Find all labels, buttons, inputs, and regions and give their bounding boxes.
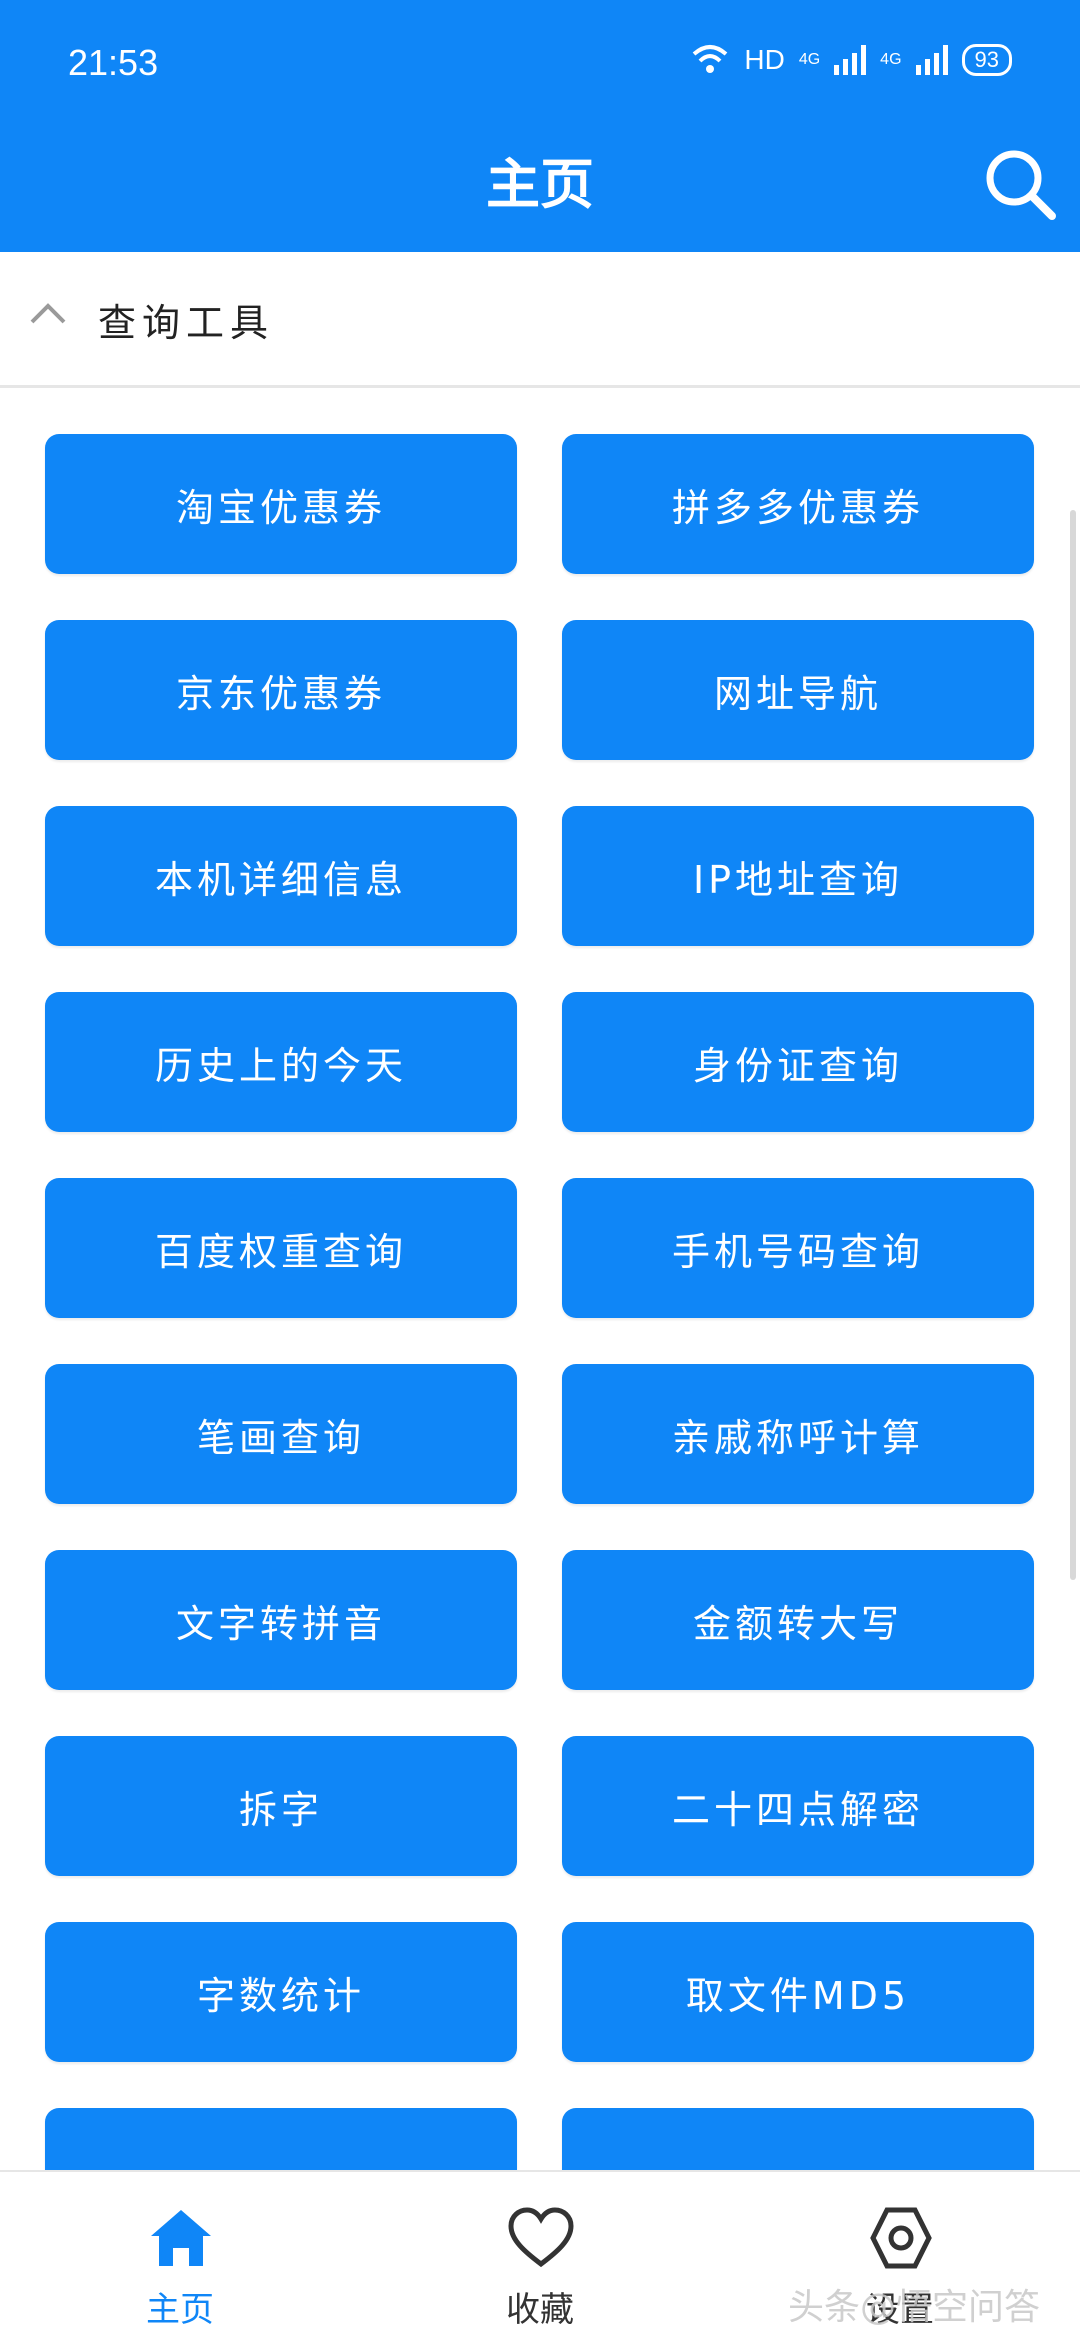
nav-label-home: 主页 (146, 2290, 214, 2330)
tool-button[interactable]: 二十四点解密 (562, 1736, 1034, 1876)
nav-item-home[interactable]: 主页 (0, 2172, 360, 2342)
section-header[interactable]: 查询工具 (0, 252, 1080, 388)
tool-button[interactable]: 取文件MD5 (562, 1922, 1034, 2062)
scrollbar[interactable] (1070, 510, 1076, 1580)
nav-label-favorites: 收藏 (506, 2290, 574, 2330)
signal-label-1: 4G (798, 51, 821, 68)
tool-button[interactable]: 字数统计 (45, 1922, 517, 2062)
status-icons: HD 4G 4G 93 (690, 44, 1012, 76)
tool-button[interactable] (562, 2108, 1034, 2170)
tool-button[interactable]: 身份证查询 (562, 992, 1034, 1132)
app-header: 主页 (0, 120, 1080, 252)
battery-icon: 93 (961, 44, 1012, 76)
tool-button[interactable]: 金额转大写 (562, 1550, 1034, 1690)
status-bar: 21:53 HD 4G 4G 93 (0, 0, 1080, 120)
wifi-icon (693, 45, 728, 73)
tool-button[interactable]: IP地址查询 (562, 806, 1034, 946)
tool-button[interactable]: 京东优惠券 (45, 620, 517, 760)
page-title: 主页 (486, 153, 594, 216)
section-title: 查询工具 (98, 301, 275, 345)
tool-button[interactable]: 网址导航 (562, 620, 1034, 760)
tool-button[interactable]: 历史上的今天 (45, 992, 517, 1132)
signal-icon (834, 45, 867, 75)
status-time: 21:53 (68, 42, 159, 83)
tool-button[interactable] (45, 2108, 517, 2170)
tool-button[interactable]: 本机详细信息 (45, 806, 517, 946)
tool-button[interactable]: 百度权重查询 (45, 1178, 517, 1318)
settings-icon (870, 2207, 932, 2269)
tool-button[interactable]: 拆字 (45, 1736, 517, 1876)
tool-button[interactable]: 拼多多优惠券 (562, 434, 1034, 574)
network-type: HD (744, 44, 785, 75)
watermark: 头条@悟空问答 (787, 2287, 1040, 2328)
search-button[interactable] (978, 142, 1062, 226)
search-icon (986, 150, 1056, 220)
chevron-up-icon[interactable] (24, 290, 72, 338)
tool-grid: 淘宝优惠券 拼多多优惠券 京东优惠券 网址导航 本机详细信息 IP地址查询 历史… (0, 388, 1080, 2170)
signal-label-2: 4G (880, 51, 902, 68)
home-icon (151, 2210, 211, 2266)
nav-item-favorites[interactable]: 收藏 (360, 2172, 720, 2342)
tool-button[interactable]: 文字转拼音 (45, 1550, 517, 1690)
tool-button[interactable]: 亲戚称呼计算 (562, 1364, 1034, 1504)
signal-icon (915, 45, 948, 75)
tool-button[interactable]: 手机号码查询 (562, 1178, 1034, 1318)
tool-button[interactable]: 笔画查询 (45, 1364, 517, 1504)
heart-icon (508, 2207, 574, 2268)
tool-button[interactable]: 淘宝优惠券 (45, 434, 517, 574)
